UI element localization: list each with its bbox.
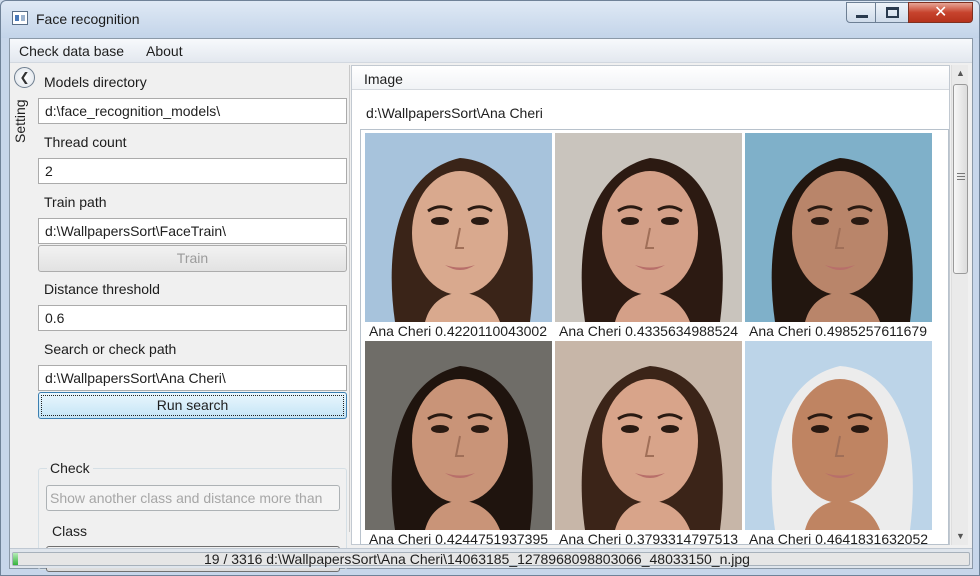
settings-panel: Models directory d:\face_recognition_mod… — [37, 65, 349, 572]
thread-count-label: Thread count — [44, 134, 127, 150]
status-bar: 19 / 3316 d:\WallpapersSort\Ana Cheri\14… — [10, 548, 972, 568]
close-icon: ✕ — [934, 4, 948, 21]
result-caption: Ana Cheri 0.4985257611679 — [749, 323, 928, 339]
progress-fill — [13, 553, 18, 565]
result-caption: Ana Cheri 0.4335634988524 — [559, 323, 739, 339]
result-caption: Ana Cheri 0.4220110043002 — [369, 323, 548, 339]
status-text: 19 / 3316 d:\WallpapersSort\Ana Cheri\14… — [204, 551, 750, 567]
models-directory-label: Models directory — [44, 74, 147, 90]
result-caption: Ana Cheri 0.3793314797513 — [559, 531, 739, 545]
settings-expander-label[interactable]: Setting — [12, 83, 28, 143]
scroll-down-icon[interactable]: ▼ — [952, 528, 969, 545]
scroll-up-icon[interactable]: ▲ — [952, 65, 969, 82]
window-title: Face recognition — [36, 11, 140, 27]
face-thumbnail — [555, 341, 742, 530]
title-bar[interactable]: Face recognition ✕ — [1, 1, 979, 38]
models-directory-input[interactable]: d:\face_recognition_models\ — [38, 98, 347, 124]
train-path-input[interactable]: d:\WallpapersSort\FaceTrain\ — [38, 218, 347, 244]
close-button[interactable]: ✕ — [908, 2, 973, 23]
search-path-label: Search or check path — [44, 341, 177, 357]
image-header-label: Image — [364, 71, 403, 87]
maximize-button[interactable] — [875, 2, 909, 23]
maximize-icon — [886, 7, 899, 18]
grip-icon — [957, 173, 965, 180]
menu-bar: Check data base About — [10, 39, 972, 63]
result-caption: Ana Cheri 0.4641831632052 — [749, 531, 929, 545]
face-thumbnail — [745, 341, 932, 530]
app-window: Face recognition ✕ Check data base About… — [0, 0, 980, 576]
app-icon — [12, 11, 28, 25]
train-button[interactable]: Train — [38, 245, 347, 272]
face-thumbnail — [745, 133, 932, 322]
image-column-header[interactable]: Image — [352, 66, 949, 90]
current-folder-path: d:\WallpapersSort\Ana Cheri — [366, 105, 543, 121]
distance-threshold-input[interactable]: 0.6 — [38, 305, 347, 331]
panel-splitter[interactable] — [349, 65, 350, 532]
scroll-thumb[interactable] — [953, 84, 968, 274]
results-grid: Ana Cheri 0.4220110043002 Ana Cheri 0.433… — [360, 129, 949, 545]
image-panel: Image d:\WallpapersSort\Ana Cheri Ana Ch… — [351, 65, 950, 545]
face-thumbnail — [555, 133, 742, 322]
check-group-label: Check — [47, 460, 93, 476]
menu-about[interactable]: About — [146, 43, 183, 59]
minimize-icon — [856, 15, 868, 18]
distance-threshold-label: Distance threshold — [44, 281, 160, 297]
thread-count-input[interactable]: 2 — [38, 158, 347, 184]
train-path-label: Train path — [44, 194, 107, 210]
result-caption: Ana Cheri 0.4244751937395 — [369, 531, 549, 545]
run-search-button[interactable]: Run search — [38, 392, 347, 419]
menu-check-data-base[interactable]: Check data base — [19, 43, 124, 59]
show-another-class-button[interactable]: Show another class and distance more tha… — [46, 485, 340, 511]
face-thumbnail — [365, 341, 552, 530]
client-area: Check data base About ❮ Setting Models d… — [9, 38, 973, 572]
class-label: Class — [52, 523, 88, 539]
vertical-scrollbar[interactable]: ▲ ▼ — [951, 65, 968, 545]
search-path-input[interactable]: d:\WallpapersSort\Ana Cheri\ — [38, 365, 347, 391]
face-thumbnail — [365, 133, 552, 322]
minimize-button[interactable] — [846, 2, 876, 23]
